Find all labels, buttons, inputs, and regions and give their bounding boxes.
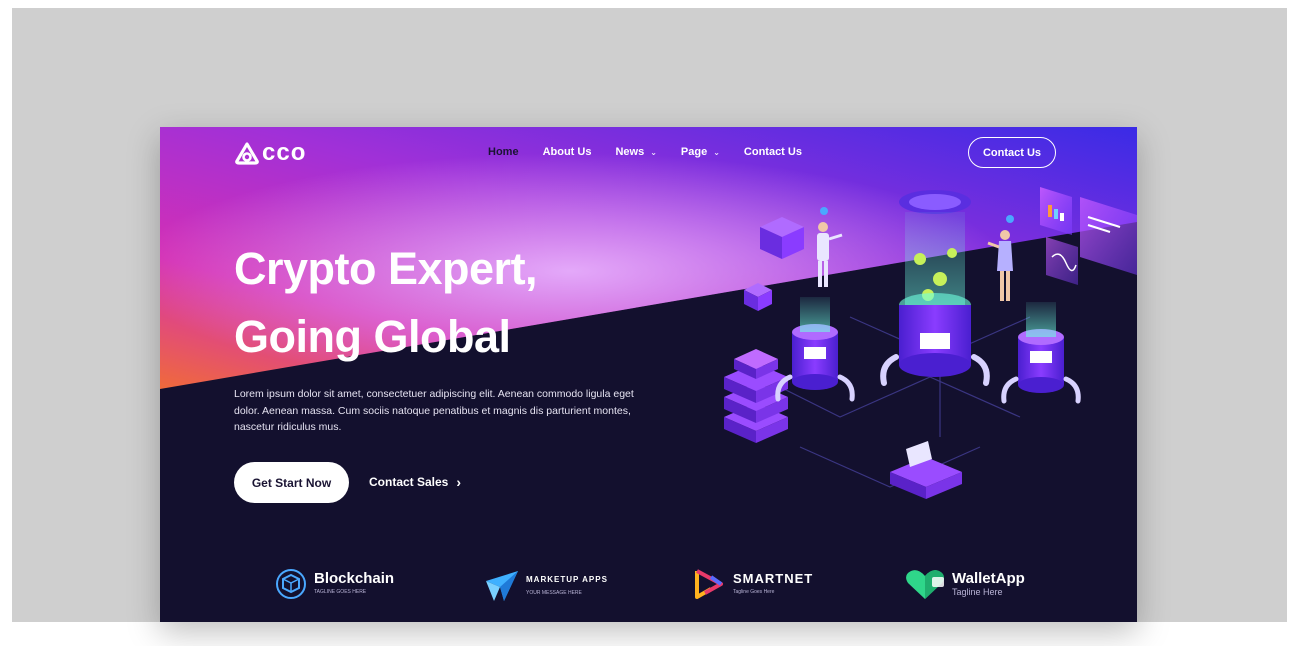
brand-mark-icon	[235, 142, 259, 165]
hero-title-line-1: Crypto Expert,	[234, 243, 538, 294]
brand-logo[interactable]: cco	[234, 139, 306, 167]
chevron-right-icon: ›	[456, 474, 462, 490]
nav-item-home[interactable]: Home	[488, 146, 519, 158]
partner-logo-blockchain: Blockchain TAGLINE GOES HERE	[274, 567, 394, 601]
nav-item-contact[interactable]: Contact Us	[744, 146, 802, 158]
isometric-crypto-illustration	[724, 187, 1137, 499]
scientist-figure	[817, 207, 843, 287]
partner-name: SMARTNET	[733, 571, 814, 586]
left-pedestal	[775, 297, 855, 402]
chart-panel	[1046, 237, 1078, 285]
right-pedestal	[1001, 302, 1081, 404]
floating-cube	[760, 217, 804, 259]
blockchain-cube-icon	[276, 569, 306, 599]
hero-title: Crypto Expert, Going Global	[234, 235, 538, 371]
partner-logo-marketup: MARKETUP APPS YOUR MESSAGE HERE	[484, 567, 608, 603]
contact-us-button[interactable]: Contact Us	[968, 137, 1056, 168]
nav-item-about[interactable]: About Us	[543, 146, 592, 158]
partner-logo-walletapp: WalletApp Tagline Here	[904, 567, 1025, 601]
smartnet-logo-icon	[695, 569, 723, 599]
get-start-now-button[interactable]: Get Start Now	[234, 462, 349, 503]
hero-description: Lorem ipsum dolor sit amet, consectetuer…	[234, 388, 634, 433]
paper-plane-icon	[486, 571, 518, 601]
nav-label: Home	[488, 146, 519, 158]
partner-logo-smartnet: SMARTNET Tagline Goes Here	[693, 567, 813, 601]
dashboard-panel	[1040, 187, 1072, 235]
partner-tagline: TAGLINE GOES HERE	[314, 589, 367, 595]
nav-item-page[interactable]: Page ⌄	[681, 146, 720, 158]
floating-cube-small	[744, 283, 772, 311]
partner-name: Blockchain	[314, 570, 395, 587]
nav-label: Page	[680, 146, 708, 158]
laptop-device	[890, 441, 962, 499]
nav-label: About Us	[542, 146, 592, 158]
partner-tagline: YOUR MESSAGE HERE	[526, 590, 582, 596]
partner-name: WalletApp	[952, 570, 1025, 587]
info-panel	[1080, 197, 1137, 275]
nav-item-news[interactable]: News ⌄	[615, 146, 656, 158]
central-mining-tube	[880, 190, 990, 386]
contact-sales-label: Contact Sales	[369, 475, 449, 489]
contact-sales-link[interactable]: Contact Sales ›	[369, 474, 461, 490]
website-preview: cco Home About Us News ⌄ Page ⌄ Contact …	[160, 127, 1137, 622]
hero-title-line-2: Going Global	[234, 311, 511, 362]
chevron-down-icon: ⌄	[650, 147, 657, 157]
nav-label: News	[615, 146, 645, 158]
nav-label: Contact Us	[743, 146, 802, 158]
partner-tagline: Tagline Goes Here	[733, 589, 775, 595]
partner-tagline: Tagline Here	[952, 587, 1003, 597]
partner-name: MARKETUP APPS	[526, 575, 608, 584]
chevron-down-icon: ⌄	[713, 147, 720, 157]
brand-name: cco	[262, 139, 307, 166]
main-nav: Home About Us News ⌄ Page ⌄ Contact Us	[488, 146, 802, 158]
wallet-heart-icon	[906, 570, 944, 599]
analyst-figure	[987, 215, 1014, 301]
